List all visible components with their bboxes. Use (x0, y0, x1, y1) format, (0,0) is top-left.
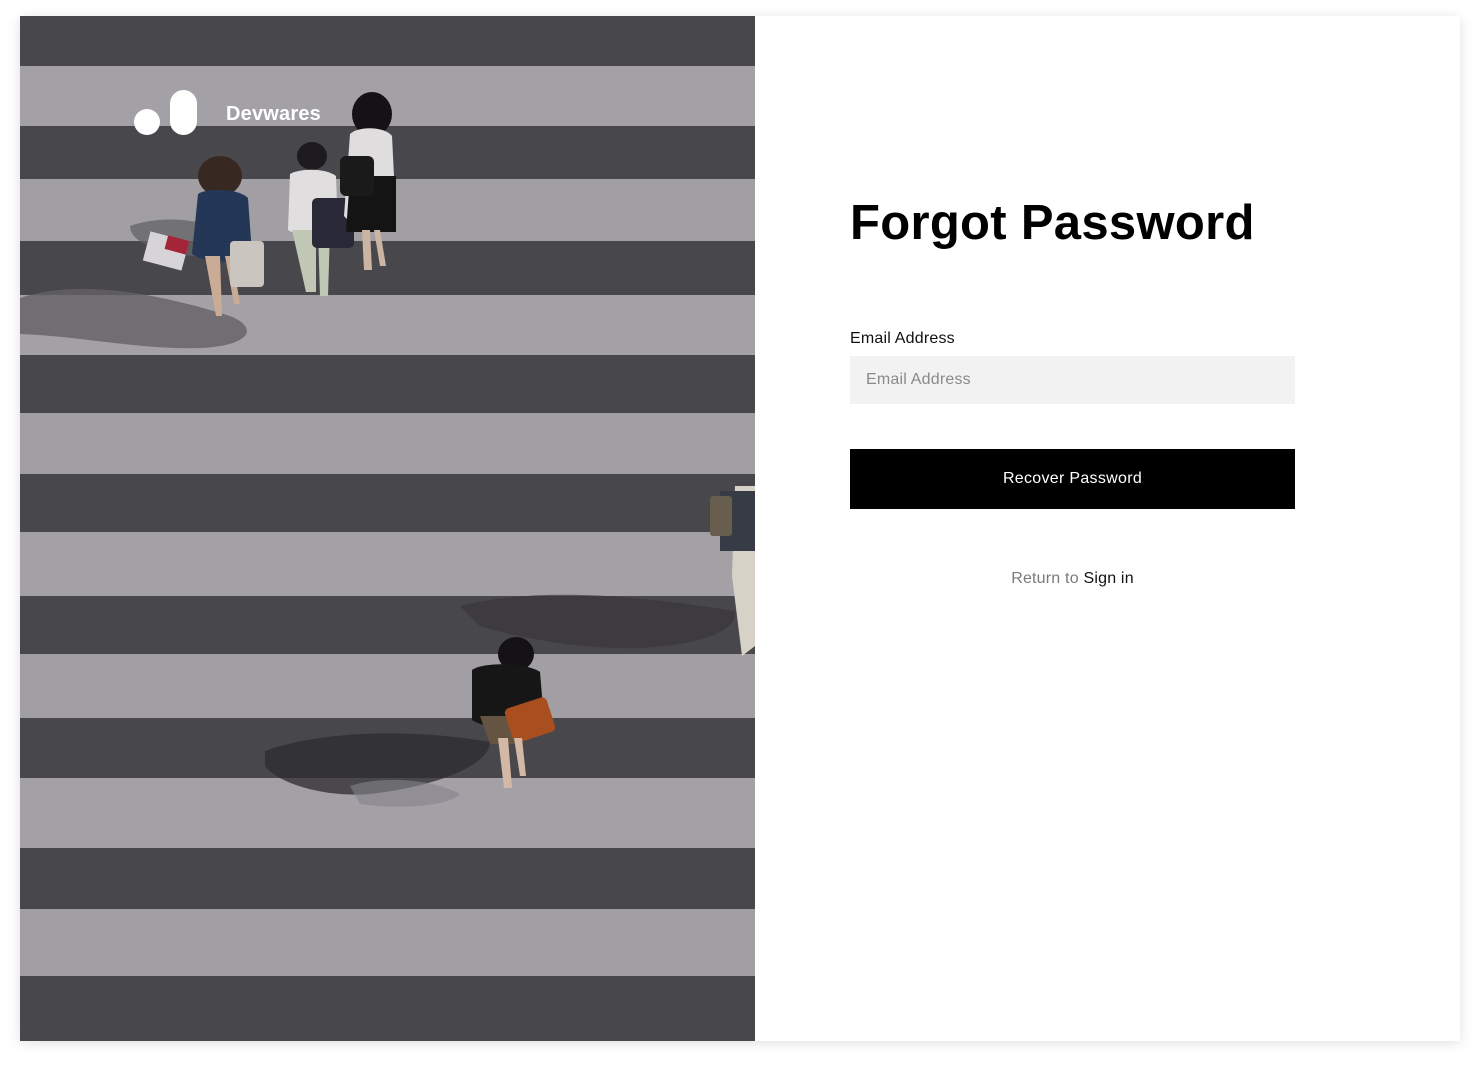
form-panel: Forgot Password Email Address Recover Pa… (755, 16, 1460, 1041)
brand[interactable]: Devwares (134, 90, 321, 136)
email-label: Email Address (850, 330, 955, 347)
brand-name: Devwares (226, 103, 321, 125)
crosswalk-photo (20, 16, 755, 1041)
forgot-password-form: Forgot Password Email Address Recover Pa… (850, 192, 1295, 588)
logo-dot (134, 109, 160, 135)
sign-in-link[interactable]: Sign in (1083, 570, 1133, 587)
logo-bar (170, 90, 197, 135)
return-prefix: Return to (1011, 570, 1079, 587)
recover-password-button[interactable]: Recover Password (850, 449, 1295, 509)
devwares-logo-icon (134, 90, 198, 136)
hero-photo: Devwares (20, 16, 755, 1041)
return-to-signin: Return to Sign in (850, 570, 1295, 588)
auth-card: Devwares Forgot Password Email Address R… (20, 16, 1460, 1041)
email-field[interactable] (850, 356, 1295, 404)
page-title: Forgot Password (850, 196, 1255, 250)
